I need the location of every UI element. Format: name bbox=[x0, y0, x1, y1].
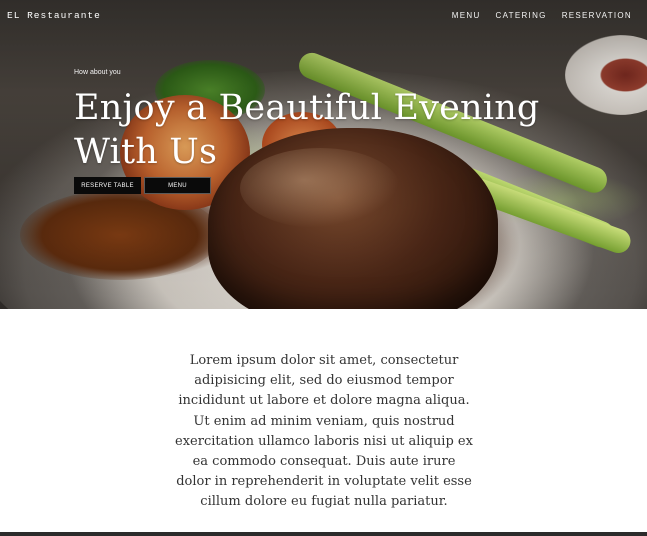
nav-link-catering[interactable]: CATERING bbox=[496, 11, 547, 20]
menu-button[interactable]: MENU bbox=[144, 177, 211, 194]
hero-eyebrow: How about you bbox=[74, 69, 121, 76]
hero-buttons: RESERVE TABLE MENU bbox=[74, 177, 211, 194]
nav-link-reservation[interactable]: RESERVATION bbox=[562, 11, 632, 20]
hero-headline-line2: With Us bbox=[74, 132, 218, 172]
main-nav: MENU CATERING RESERVATION bbox=[452, 11, 632, 20]
side-plate-image bbox=[565, 35, 647, 115]
nav-link-menu[interactable]: MENU bbox=[452, 11, 481, 20]
hero-headline-line1: Enjoy a Beautiful Evening bbox=[74, 88, 540, 128]
sauce-image bbox=[20, 190, 220, 280]
hero-headline: Enjoy a Beautiful Evening With Us bbox=[74, 86, 544, 174]
reserve-table-button[interactable]: RESERVE TABLE bbox=[74, 177, 141, 194]
intro-text: Lorem ipsum dolor sit amet, consectetur … bbox=[175, 353, 473, 510]
footer-divider bbox=[0, 532, 647, 536]
asparagus-image bbox=[465, 175, 634, 257]
brand-logo[interactable]: EL Restaurante bbox=[7, 10, 101, 21]
